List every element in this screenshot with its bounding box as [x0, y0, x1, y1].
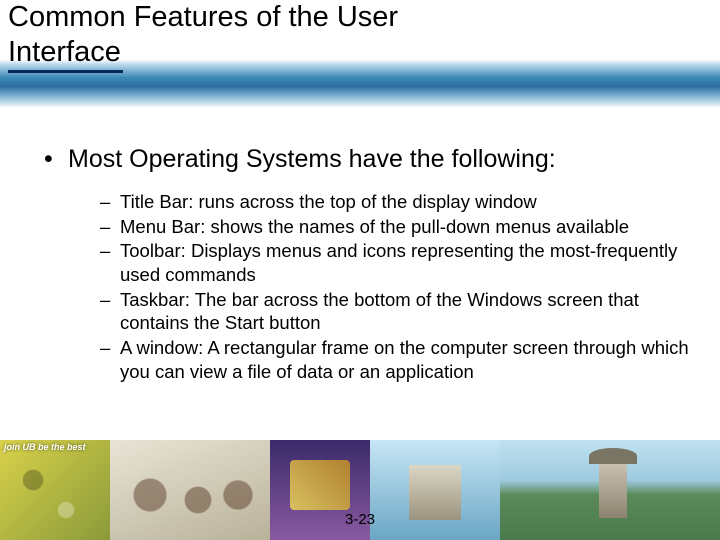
- list-item: Menu Bar: shows the names of the pull-do…: [100, 215, 690, 239]
- list-item: Title Bar: runs across the top of the di…: [100, 190, 690, 214]
- slide-title: Common Features of the User Interface: [8, 0, 508, 70]
- content-area: Most Operating Systems have the followin…: [40, 145, 690, 384]
- join-tag: join UB be the best: [4, 442, 86, 452]
- list-item: Taskbar: The bar across the bottom of th…: [100, 288, 690, 335]
- list-item: A window: A rectangular frame on the com…: [100, 336, 690, 383]
- title-underline: [8, 70, 123, 73]
- sub-bullet-list: Title Bar: runs across the top of the di…: [40, 190, 690, 383]
- page-number: 3-23: [0, 511, 720, 528]
- list-item: Toolbar: Displays menus and icons repres…: [100, 239, 690, 286]
- main-bullet: Most Operating Systems have the followin…: [40, 145, 690, 174]
